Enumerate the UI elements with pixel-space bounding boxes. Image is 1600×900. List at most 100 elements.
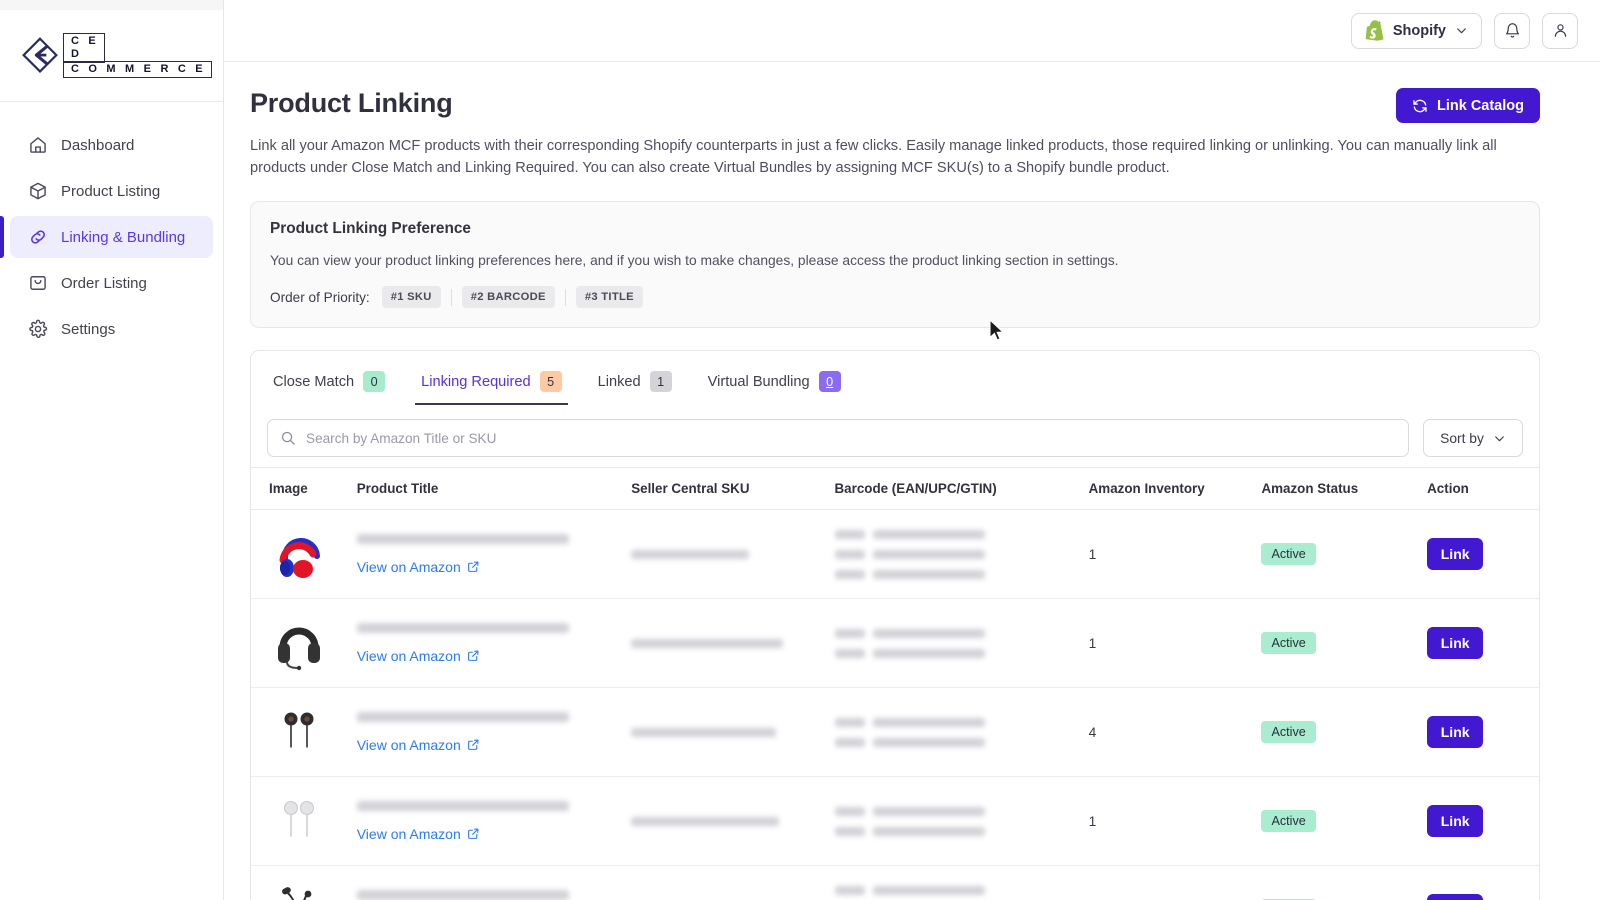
redacted-product-title — [356, 622, 569, 633]
sidebar-nav: Dashboard Product Listing Linking & Bund… — [0, 102, 223, 354]
tab-close-match[interactable]: Close Match 0 — [267, 363, 391, 405]
box-icon — [30, 182, 46, 200]
barcode-stack — [834, 628, 1089, 658]
account-button[interactable] — [1542, 12, 1578, 49]
status-badge: Active — [1261, 810, 1316, 832]
tab-count-badge: 0 — [818, 371, 841, 392]
column-header-sku: Seller Central SKU — [631, 467, 835, 510]
view-on-amazon-link[interactable]: View on Amazon — [357, 559, 480, 575]
barcode-line — [834, 648, 1089, 658]
tab-virtual-bundling[interactable]: Virtual Bundling 0 — [702, 363, 847, 405]
cell-status: Active — [1261, 865, 1428, 900]
link-catalog-label: Link Catalog — [1436, 97, 1524, 114]
barcode-stack — [834, 529, 1089, 579]
user-icon — [1554, 24, 1566, 37]
page-description: Link all your Amazon MCF products with t… — [250, 138, 1497, 176]
page-content: Product Linking Link Catalog Link all yo… — [224, 62, 1600, 900]
cell-barcode — [834, 509, 1089, 599]
app-root: C E D C O M M E R C E Dashboard Product … — [0, 0, 1600, 900]
tab-bar: Close Match 0 Linking Required 5 Linked … — [251, 351, 1539, 405]
cell-seller-central-sku — [631, 865, 835, 900]
link-catalog-button[interactable]: Link Catalog — [1395, 88, 1540, 123]
barcode-stack — [834, 806, 1089, 836]
cell-image — [251, 509, 357, 599]
status-badge: Active — [1261, 721, 1316, 743]
barcode-line — [834, 806, 1089, 816]
order-of-priority-label: Order of Priority: — [270, 289, 370, 305]
search-box[interactable] — [267, 419, 1409, 457]
sidebar-item-order-listing[interactable]: Order Listing — [10, 262, 213, 304]
link-button[interactable]: Link — [1427, 894, 1484, 900]
external-link-icon — [467, 561, 479, 572]
shopify-icon — [1365, 20, 1384, 41]
cell-status: Active — [1261, 687, 1428, 777]
cell-inventory: 4 — [1088, 687, 1262, 777]
view-on-amazon-link[interactable]: View on Amazon — [357, 648, 480, 664]
product-thumbnail-black-neckband-earphones — [282, 887, 312, 900]
cell-product-title: View on Amazon — [356, 598, 632, 688]
cell-barcode — [834, 687, 1089, 777]
column-header-barcode: Barcode (EAN/UPC/GTIN) — [834, 467, 1089, 510]
cell-product-title: View on Amazon — [356, 865, 632, 900]
link-button[interactable]: Link — [1427, 627, 1484, 659]
tab-label: Virtual Bundling — [707, 373, 810, 390]
redacted-sku — [631, 816, 780, 826]
redacted-product-title — [356, 711, 569, 722]
page-header: Product Linking Link Catalog — [250, 62, 1540, 123]
column-header-action: Action — [1427, 467, 1539, 510]
cell-product-title: View on Amazon — [356, 509, 632, 599]
priority-chip-sku: #1 SKU — [381, 286, 441, 308]
column-header-inventory: Amazon Inventory — [1088, 467, 1262, 510]
search-input[interactable] — [306, 430, 1396, 446]
link-icon — [31, 230, 45, 244]
table-header-row: Image Product Title Seller Central SKU B… — [251, 467, 1539, 510]
sidebar-item-product-listing[interactable]: Product Listing — [10, 170, 213, 212]
view-on-amazon-label: View on Amazon — [356, 736, 461, 753]
cell-inventory: 1 — [1088, 776, 1262, 866]
sort-by-button[interactable]: Sort by — [1423, 419, 1523, 457]
tab-count-badge: 5 — [539, 371, 562, 392]
external-link-icon — [467, 739, 479, 750]
barcode-line — [834, 737, 1089, 747]
cell-seller-central-sku — [631, 687, 835, 777]
page-title: Product Linking — [250, 88, 453, 118]
redacted-product-title — [356, 533, 569, 544]
order-of-priority-row: Order of Priority: #1 SKU #2 BARCODE #3 … — [270, 286, 1520, 308]
brand-logo[interactable]: C E D C O M M E R C E — [0, 10, 223, 102]
notifications-button[interactable] — [1494, 12, 1530, 49]
view-on-amazon-link[interactable]: View on Amazon — [357, 737, 480, 753]
cell-action: Link — [1427, 509, 1539, 599]
table-row: View on Amazon — [251, 865, 1539, 900]
redacted-sku — [631, 727, 777, 737]
table-head: Image Product Title Seller Central SKU B… — [251, 467, 1539, 510]
link-button[interactable]: Link — [1427, 716, 1484, 748]
store-name-label: Shopify — [1392, 22, 1446, 39]
product-thumbnail-red-blue-on-ear-headphones — [279, 538, 320, 578]
logo-text-line-2: C O M M E R C E — [63, 61, 212, 79]
tab-linking-required[interactable]: Linking Required 5 — [415, 363, 568, 405]
cell-inventory: 1 — [1088, 509, 1262, 599]
sidebar-item-settings[interactable]: Settings — [10, 308, 213, 350]
sidebar-item-linking-bundling[interactable]: Linking & Bundling — [0, 216, 213, 258]
cell-product-title: View on Amazon — [356, 687, 632, 777]
sidebar: C E D C O M M E R C E Dashboard Product … — [0, 0, 224, 900]
cell-status: Active — [1261, 776, 1428, 866]
sidebar-item-label: Dashboard — [61, 136, 135, 154]
view-on-amazon-link[interactable]: View on Amazon — [357, 826, 480, 842]
external-link-icon — [467, 828, 479, 839]
cell-image — [251, 687, 357, 777]
store-selector[interactable]: Shopify — [1350, 12, 1482, 49]
column-header-image: Image — [251, 467, 357, 510]
priority-chip-barcode: #2 BARCODE — [461, 286, 555, 308]
tab-linked[interactable]: Linked 1 — [592, 363, 678, 405]
cell-inventory: 1 — [1088, 598, 1262, 688]
cell-seller-central-sku — [631, 509, 835, 599]
logo-text-line-1: C E D — [63, 32, 105, 63]
barcode-line — [834, 529, 1089, 539]
search-icon — [281, 431, 295, 445]
link-button[interactable]: Link — [1427, 805, 1484, 837]
link-button[interactable]: Link — [1427, 538, 1484, 570]
filter-row: Sort by — [251, 405, 1539, 467]
sidebar-item-dashboard[interactable]: Dashboard — [10, 124, 213, 166]
barcode-line — [834, 628, 1089, 638]
